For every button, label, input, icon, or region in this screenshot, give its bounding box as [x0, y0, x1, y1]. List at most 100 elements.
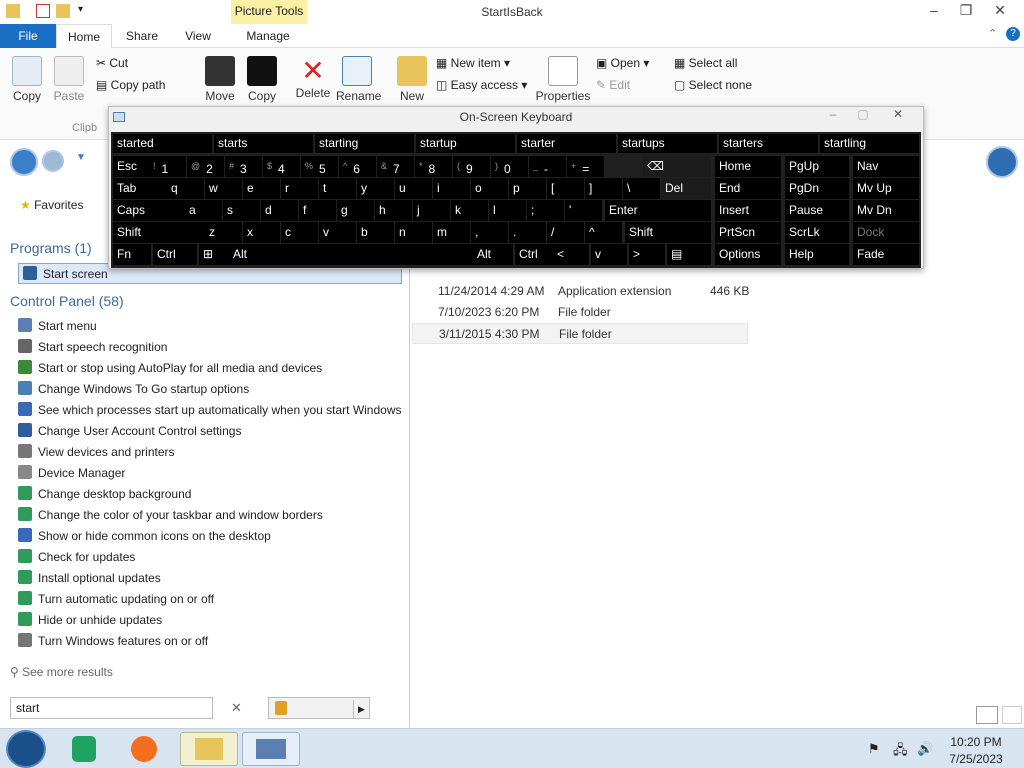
key-7[interactable]: j: [413, 200, 450, 221]
key-9[interactable]: .: [509, 222, 546, 243]
key-nav[interactable]: Nav: [853, 156, 919, 177]
start-orb-icon[interactable]: [986, 146, 1018, 178]
key-shift-left[interactable]: Shift: [113, 222, 207, 243]
key-right[interactable]: >: [629, 244, 665, 265]
key-home[interactable]: Home: [715, 156, 781, 177]
key-4[interactable]: r: [281, 178, 318, 199]
file-explorer-taskbar-icon[interactable]: [180, 732, 238, 766]
key-shift-right[interactable]: Shift: [625, 222, 711, 243]
key-1[interactable]: z: [205, 222, 242, 243]
key-5[interactable]: g: [337, 200, 374, 221]
key-10[interactable]: ) 0: [491, 156, 528, 177]
key-del[interactable]: Del: [661, 178, 711, 199]
file-row[interactable]: 7/10/2023 6:20 PM File folder: [438, 302, 710, 323]
key-7[interactable]: & 7: [377, 156, 414, 177]
new-folder-icon[interactable]: [56, 4, 70, 18]
key-fade[interactable]: Fade: [853, 244, 919, 265]
key-6[interactable]: ^ 6: [339, 156, 376, 177]
word-suggestion[interactable]: starters: [719, 134, 818, 153]
key-alt-left[interactable]: Alt: [229, 244, 263, 265]
copy-to-button[interactable]: Copy: [244, 56, 280, 103]
control-panel-item[interactable]: View devices and printers: [18, 442, 175, 463]
key-4[interactable]: $4: [263, 156, 300, 177]
key-fn[interactable]: Fn: [113, 244, 151, 265]
word-suggestion[interactable]: starting: [315, 134, 414, 153]
google-docs-taskbar-icon[interactable]: [60, 732, 108, 766]
favorites-item[interactable]: ★ Favorites: [20, 198, 83, 212]
properties-icon[interactable]: [36, 4, 50, 18]
tab-home[interactable]: Home: [56, 24, 112, 49]
control-panel-item[interactable]: Turn Windows features on or off: [18, 631, 208, 652]
key-1[interactable]: ! 1: [149, 156, 186, 177]
key-1[interactable]: a: [185, 200, 222, 221]
start-button[interactable]: [6, 730, 46, 768]
close-button[interactable]: ✕: [982, 0, 1018, 22]
see-more-results-link[interactable]: ⚲ See more results: [10, 665, 113, 679]
key-3[interactable]: #3: [225, 156, 262, 177]
control-panel-item[interactable]: Start or stop using AutoPlay for all med…: [18, 358, 322, 379]
key-10[interactable]: /: [547, 222, 584, 243]
minimize-button[interactable]: –: [918, 0, 950, 22]
on-screen-keyboard-taskbar-icon[interactable]: [242, 732, 300, 766]
search-input[interactable]: start: [10, 697, 213, 719]
key-dock[interactable]: Dock: [853, 222, 919, 243]
move-to-button[interactable]: Move: [204, 56, 236, 103]
new-item-button[interactable]: ▦ New item ▾: [436, 56, 510, 70]
key-tab[interactable]: Tab: [113, 178, 167, 199]
control-panel-item[interactable]: Install optional updates: [18, 568, 161, 589]
back-button[interactable]: [10, 148, 38, 176]
key-space[interactable]: [263, 244, 473, 265]
word-suggestion[interactable]: started: [113, 134, 212, 153]
key-help[interactable]: Help: [785, 244, 849, 265]
rename-button[interactable]: Rename: [336, 56, 381, 103]
key-7[interactable]: u: [395, 178, 432, 199]
restore-button[interactable]: ❐: [950, 0, 982, 22]
key-13[interactable]: \: [623, 178, 660, 199]
key-caps[interactable]: Caps: [113, 200, 185, 221]
key-6[interactable]: n: [395, 222, 432, 243]
word-suggestion[interactable]: starts: [214, 134, 313, 153]
control-panel-item[interactable]: Turn automatic updating on or off: [18, 589, 214, 610]
key-9[interactable]: (9: [453, 156, 490, 177]
ribbon-collapse-icon[interactable]: ⌃: [988, 27, 997, 40]
key-6[interactable]: h: [375, 200, 412, 221]
key-alt-right[interactable]: Alt: [473, 244, 513, 265]
edit-button[interactable]: ✎ Edit: [596, 78, 630, 92]
key-10[interactable]: p: [509, 178, 546, 199]
key-3[interactable]: d: [261, 200, 298, 221]
osk-maximize-button[interactable]: ▢: [849, 107, 877, 125]
control-panel-item[interactable]: Change User Account Control settings: [18, 421, 241, 442]
paste-button[interactable]: Paste: [52, 56, 86, 103]
control-panel-item[interactable]: Start menu: [18, 316, 97, 337]
key-options[interactable]: Options: [715, 244, 781, 265]
key-2[interactable]: x: [243, 222, 280, 243]
new-folder-button[interactable]: New: [396, 56, 428, 103]
key-5[interactable]: b: [357, 222, 394, 243]
control-panel-item[interactable]: Start speech recognition: [18, 337, 167, 358]
key-ctrl-right[interactable]: Ctrl: [515, 244, 553, 265]
key-3[interactable]: c: [281, 222, 318, 243]
details-view-button[interactable]: [976, 706, 998, 724]
large-icons-view-button[interactable]: [1002, 706, 1022, 724]
select-none-button[interactable]: ▢ Select none: [674, 78, 752, 92]
key-ctrl-left[interactable]: Ctrl: [153, 244, 197, 265]
word-suggestion[interactable]: starter: [517, 134, 616, 153]
word-suggestion[interactable]: startup: [416, 134, 515, 153]
key-8[interactable]: k: [451, 200, 488, 221]
key-end[interactable]: End: [715, 178, 781, 199]
control-panel-item[interactable]: Change Windows To Go startup options: [18, 379, 249, 400]
osk-close-button[interactable]: ✕: [883, 107, 913, 125]
key-9[interactable]: o: [471, 178, 508, 199]
key-2[interactable]: @2: [187, 156, 224, 177]
copy-path-button[interactable]: ▤ Copy path: [96, 78, 165, 92]
word-suggestion[interactable]: startups: [618, 134, 717, 153]
network-icon[interactable]: 🖧: [893, 741, 908, 763]
control-panel-item[interactable]: Device Manager: [18, 463, 125, 484]
control-panel-item[interactable]: Change the color of your taskbar and win…: [18, 505, 323, 526]
quick-access-dropdown-icon[interactable]: ▾: [78, 4, 83, 15]
windows-key-icon[interactable]: ⊞: [199, 244, 229, 265]
key-10[interactable]: ;: [527, 200, 564, 221]
key-2[interactable]: w: [205, 178, 242, 199]
osk-minimize-button[interactable]: –: [819, 107, 847, 125]
key-4[interactable]: v: [319, 222, 356, 243]
